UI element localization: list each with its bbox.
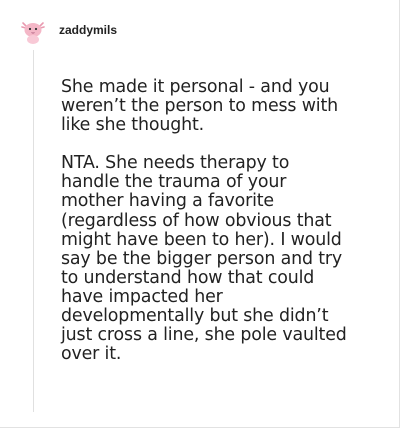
comment-header: zaddymils [17, 14, 117, 46]
axolotl-avatar-icon[interactable] [17, 14, 49, 46]
thread-line [33, 50, 34, 412]
comment-body: She made it personal - and you weren’t t… [61, 77, 381, 365]
username[interactable]: zaddymils [59, 23, 117, 37]
comment-card: zaddymils She made it personal - and you… [0, 0, 400, 428]
comment-paragraph: She made it personal - and you weren’t t… [61, 77, 339, 136]
comment-paragraph: NTA. She needs therapy to handle the tra… [61, 153, 347, 365]
